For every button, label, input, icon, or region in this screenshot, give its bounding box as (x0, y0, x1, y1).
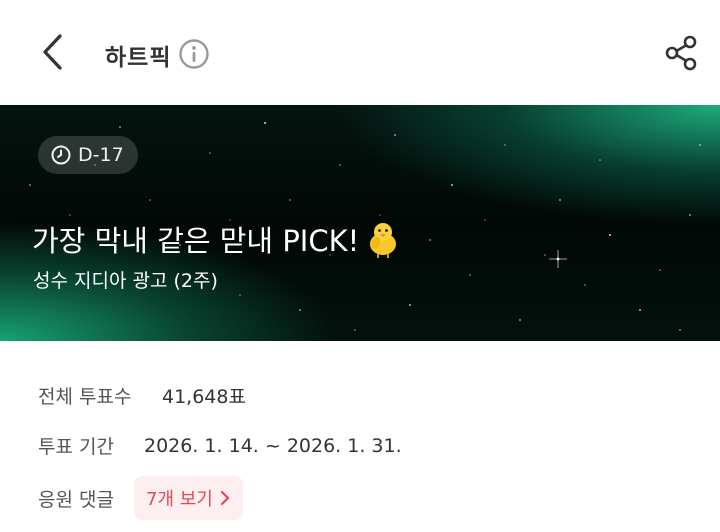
share-button[interactable] (662, 33, 702, 73)
vote-info-section: 전체 투표수 41,648표 투표 기간 2026. 1. 14. ~ 2026… (0, 341, 720, 532)
vote-period-label: 투표 기간 (38, 436, 114, 458)
total-votes-row: 전체 투표수 41,648표 (38, 382, 246, 409)
view-comments-label: 7개 보기 (146, 489, 213, 510)
total-votes-label: 전체 투표수 (38, 386, 132, 408)
share-icon (665, 35, 697, 71)
comments-label: 응원 댓글 (38, 488, 114, 511)
banner-title: 가장 막내 같은 맏내 PICK! (32, 218, 403, 260)
clock-icon (51, 145, 71, 165)
vote-period-row: 투표 기간 2026. 1. 14. ~ 2026. 1. 31. (38, 432, 402, 459)
view-comments-button[interactable]: 7개 보기 (134, 476, 243, 520)
top-app-bar: 하트픽 (0, 0, 720, 105)
comments-row: 응원 댓글 7개 보기 (38, 476, 243, 520)
dday-text: D-17 (78, 144, 124, 166)
dday-badge: D-17 (38, 136, 138, 174)
banner-subtitle: 성수 지디아 광고 (2주) (33, 270, 218, 292)
back-button[interactable] (36, 30, 72, 74)
chevron-right-icon (220, 490, 229, 506)
back-arrow-icon (43, 34, 62, 70)
total-votes-value: 41,648표 (162, 386, 246, 408)
page-title: 하트픽 (105, 45, 172, 71)
vote-period-value: 2026. 1. 14. ~ 2026. 1. 31. (144, 434, 402, 457)
event-banner: D-17 가장 막내 같은 맏내 PICK! 성수 지디아 광고 (2주) (0, 105, 720, 341)
info-icon (179, 39, 209, 69)
info-button[interactable] (178, 38, 210, 70)
chick-emoji-icon (370, 223, 397, 258)
banner-title-text: 가장 막내 같은 맏내 PICK! (32, 224, 360, 258)
